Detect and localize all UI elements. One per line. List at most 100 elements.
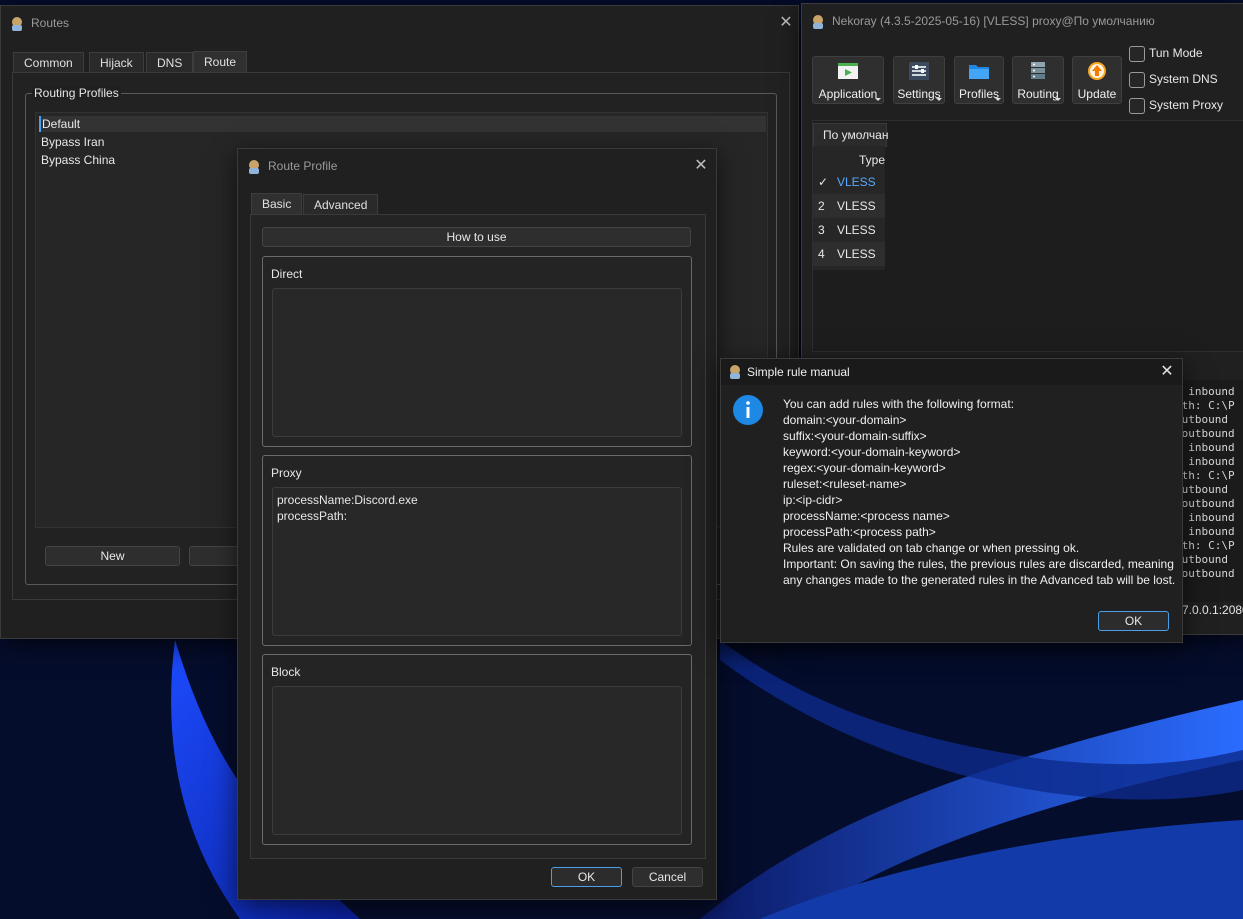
- profiles-button[interactable]: Profiles: [954, 56, 1004, 104]
- table-row[interactable]: 3 VLESS: [813, 218, 885, 242]
- nekoray-app-icon: [12, 17, 22, 31]
- groupbox-title: Routing Profiles: [32, 86, 121, 100]
- nekoray-app-icon: [730, 365, 740, 379]
- log-line: : inbound: [1175, 511, 1235, 524]
- manual-line: You can add rules with the following for…: [783, 397, 1015, 411]
- tab-advanced[interactable]: Advanced: [303, 194, 379, 215]
- row-type: VLESS: [837, 223, 876, 237]
- chevron-down-icon: [936, 98, 942, 101]
- route-profile-dialog: Route Profile ✕ Basic Advanced How to us…: [237, 148, 717, 900]
- row-index: ✓: [818, 175, 829, 189]
- profiles-table: Type ✓ VLESS 2 VLESS 3 VLESS 4 VLESS: [813, 146, 885, 270]
- direct-rules-textarea[interactable]: [272, 288, 682, 437]
- ok-button[interactable]: OK: [551, 867, 622, 887]
- manual-line: regex:<your-domain-keyword>: [783, 461, 946, 475]
- log-line: ath: C:\P: [1175, 399, 1235, 412]
- tab-common[interactable]: Common: [13, 52, 84, 73]
- log-line: : inbound: [1175, 441, 1235, 454]
- profiles-icon: [969, 65, 989, 79]
- update-icon: [1088, 62, 1106, 80]
- direct-group: Direct: [262, 256, 692, 447]
- block-title: Block: [271, 665, 301, 679]
- manual-line: processName:<process name>: [783, 509, 950, 523]
- routing-button[interactable]: Routing: [1012, 56, 1064, 104]
- log-line: outbound: [1175, 497, 1235, 510]
- block-group: Block: [262, 654, 692, 845]
- info-icon: [733, 395, 763, 425]
- status-text: 7.0.0.1:2080: [1182, 603, 1243, 617]
- manual-line: domain:<your-domain>: [783, 413, 907, 427]
- close-icon[interactable]: ✕: [773, 12, 799, 34]
- direct-title: Direct: [271, 267, 303, 281]
- route-profile-titlebar[interactable]: Route Profile ✕: [238, 149, 716, 185]
- list-item[interactable]: Bypass Iran: [41, 135, 104, 149]
- close-icon[interactable]: ✕: [688, 155, 714, 177]
- how-to-use-button[interactable]: How to use: [262, 227, 691, 247]
- window-title: Routes: [31, 16, 70, 30]
- block-rules-textarea[interactable]: [272, 686, 682, 835]
- manual-line: keyword:<your-domain-keyword>: [783, 445, 961, 459]
- profiles-panel: По умолчан Type ✓ VLESS 2 VLESS 3 VLESS …: [812, 120, 1243, 352]
- row-type: VLESS: [837, 247, 876, 261]
- row-index: 4: [818, 247, 825, 261]
- tab-hijack[interactable]: Hijack: [89, 52, 144, 73]
- log-line: : inbound: [1175, 385, 1235, 398]
- window-title: Simple rule manual: [747, 365, 850, 379]
- ok-button[interactable]: OK: [1098, 611, 1169, 631]
- cancel-button[interactable]: Cancel: [632, 867, 703, 887]
- close-icon[interactable]: ✕: [1154, 361, 1180, 383]
- row-type: VLESS: [837, 175, 876, 189]
- table-header-type: Type: [859, 153, 886, 167]
- log-line: ath: C:\P: [1175, 539, 1235, 552]
- row-index: 2: [818, 199, 825, 213]
- chevron-down-icon: [1055, 98, 1061, 101]
- settings-button[interactable]: Settings: [893, 56, 945, 104]
- system-dns-checkbox[interactable]: [1129, 72, 1145, 88]
- manual-line: any changes made to the generated rules …: [783, 573, 1176, 587]
- group-tab-label: По умолчан: [823, 128, 889, 142]
- settings-icon: [909, 62, 929, 80]
- simple-rule-manual-dialog: Simple rule manual ✕ You can add rules w…: [720, 358, 1183, 643]
- window-title: Route Profile: [268, 159, 338, 173]
- chevron-down-icon: [995, 98, 1001, 101]
- log-line: outbound: [1175, 567, 1235, 580]
- row-type: VLESS: [837, 199, 876, 213]
- system-proxy-checkbox[interactable]: [1129, 98, 1145, 114]
- log-line: ath: C:\P: [1175, 469, 1235, 482]
- new-button[interactable]: New: [45, 546, 180, 566]
- profile-label: Default: [42, 117, 81, 131]
- tun-mode-checkbox[interactable]: [1129, 46, 1145, 62]
- manual-titlebar[interactable]: Simple rule manual ✕: [721, 359, 1182, 385]
- toolbar-label: Update: [1077, 87, 1117, 101]
- tab-route[interactable]: Route: [193, 51, 248, 73]
- window-title: Nekoray (4.3.5-2025-05-16) [VLESS] proxy…: [832, 14, 1155, 28]
- routes-titlebar[interactable]: Routes ✕: [1, 6, 798, 42]
- manual-line: Important: On saving the rules, the prev…: [783, 557, 1174, 571]
- toolbar-label: Application: [818, 87, 878, 101]
- application-button[interactable]: Application: [812, 56, 884, 104]
- manual-line: Rules are validated on tab change or whe…: [783, 541, 1080, 555]
- tab-dns[interactable]: DNS: [146, 52, 194, 73]
- routing-icon: [1031, 62, 1045, 79]
- system-proxy-label: System Proxy: [1149, 98, 1224, 112]
- update-button[interactable]: Update: [1072, 56, 1122, 104]
- proxy-rules-textarea[interactable]: processName:Discord.exe processPath:: [272, 487, 682, 636]
- log-panel: : inbound ath: C:\P outbound outbound : …: [1175, 380, 1243, 602]
- table-row[interactable]: ✓ VLESS: [813, 170, 885, 194]
- manual-line: ruleset:<ruleset-name>: [783, 477, 907, 491]
- list-item[interactable]: Bypass China: [41, 153, 115, 167]
- manual-line: ip:<ip-cidr>: [783, 493, 843, 507]
- log-line: outbound: [1175, 427, 1235, 440]
- system-dns-label: System DNS: [1149, 72, 1218, 86]
- proxy-title: Proxy: [271, 466, 302, 480]
- list-item[interactable]: Default: [39, 116, 766, 132]
- table-row[interactable]: 2 VLESS: [813, 194, 885, 218]
- nekoray-titlebar[interactable]: Nekoray (4.3.5-2025-05-16) [VLESS] proxy…: [802, 4, 1243, 40]
- chevron-down-icon: [875, 98, 881, 101]
- manual-line: suffix:<your-domain-suffix>: [783, 429, 927, 443]
- manual-text: You can add rules with the following for…: [783, 396, 1175, 588]
- group-tab[interactable]: По умолчан: [813, 123, 889, 147]
- tab-basic[interactable]: Basic: [251, 193, 303, 215]
- proxy-group: Proxy processName:Discord.exe processPat…: [262, 455, 692, 646]
- table-row[interactable]: 4 VLESS: [813, 242, 885, 266]
